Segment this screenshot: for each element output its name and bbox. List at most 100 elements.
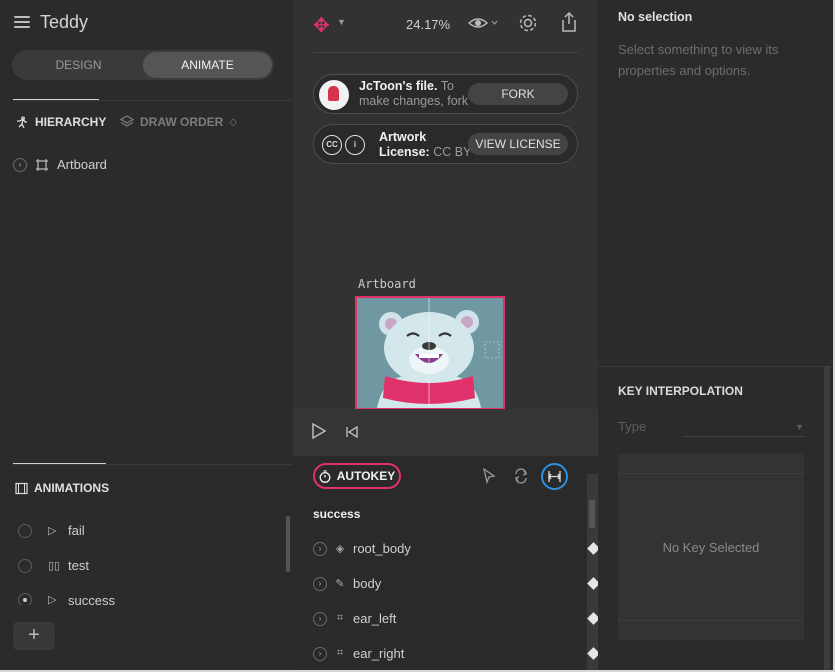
teddy-bear-illustration	[357, 298, 503, 408]
chevron-down-icon[interactable]: ▼	[337, 17, 346, 27]
artboard-canvas[interactable]	[355, 296, 505, 410]
play-once-icon: ▷	[48, 525, 57, 537]
license-text: Artwork License: CC BY	[379, 130, 474, 160]
scrollbar[interactable]	[824, 366, 830, 672]
track-type-icon: ◈	[335, 543, 345, 555]
hierarchy-item-label: Artboard	[57, 157, 107, 172]
fork-card: JcToon's file. To make changes, fork FOR…	[313, 74, 578, 114]
timeline-track[interactable]: › ◈ root_body	[313, 541, 411, 556]
share-icon[interactable]	[559, 11, 579, 33]
design-mode-button[interactable]: DESIGN	[14, 52, 143, 78]
timeline-track[interactable]: › ✎ body	[313, 576, 381, 591]
mode-switch: DESIGN ANIMATE	[12, 50, 274, 80]
file-owner: JcToon's file.	[359, 79, 438, 93]
interpolation-type-select[interactable]: ▼	[684, 419, 804, 437]
key-interpolation-title: KEY INTERPOLATION	[618, 384, 743, 398]
add-animation-button[interactable]: +	[13, 622, 55, 650]
zoom-level[interactable]: 24.17%	[406, 17, 450, 32]
animation-item-success[interactable]: ▷ success	[18, 593, 115, 605]
hierarchy-item-artboard[interactable]: › Artboard	[13, 157, 107, 172]
animate-mode-button[interactable]: ANIMATE	[143, 52, 272, 78]
artboard-label: Artboard	[358, 277, 416, 291]
expand-icon[interactable]: ›	[313, 541, 327, 556]
expand-icon[interactable]: ›	[13, 157, 27, 172]
diamond-icon: ◇	[229, 116, 238, 128]
active-tab-indicator	[13, 463, 106, 464]
autokey-label: AUTOKEY	[336, 469, 396, 483]
inspector-hint: Select something to view its properties …	[618, 42, 779, 78]
play-once-icon: ▷	[48, 594, 57, 605]
radio-button-selected[interactable]	[18, 593, 32, 605]
track-label: root_body	[353, 541, 411, 556]
animations-header: ANIMATIONS	[15, 481, 109, 495]
timeline-panel: AUTOKEY success › ◈ root_body › ✎ body ›…	[293, 456, 598, 672]
divider	[13, 464, 293, 465]
view-license-button[interactable]: VIEW LICENSE	[468, 133, 568, 155]
file-title[interactable]: Teddy	[40, 12, 88, 33]
track-label: ear_right	[353, 646, 405, 661]
scrollbar[interactable]	[286, 516, 290, 572]
divider	[313, 52, 578, 53]
divider	[13, 100, 293, 101]
animation-item-fail[interactable]: ▷ fail	[18, 523, 85, 538]
chevron-down-icon: ▼	[795, 422, 804, 432]
expand-icon[interactable]: ›	[313, 611, 327, 626]
hierarchy-icon	[17, 116, 27, 129]
playback-bar	[293, 409, 598, 456]
tab-draw-order[interactable]: DRAW ORDER ◇	[120, 115, 237, 129]
fit-timeline-button[interactable]	[541, 463, 568, 490]
inspector-panel: No selection Select something to view it…	[598, 0, 835, 672]
avatar	[319, 80, 349, 110]
stage-toolbar: ✥ ▼ 24.17%	[293, 0, 598, 48]
loop-icon[interactable]	[513, 468, 529, 484]
interpolation-curve-editor: No Key Selected	[618, 454, 804, 640]
animation-label: success	[68, 593, 115, 605]
active-tab-indicator	[13, 99, 99, 100]
license-label: Artwork License:	[379, 130, 430, 159]
animation-label: fail	[68, 523, 85, 538]
timeline-track[interactable]: › ⌗ ear_left	[313, 611, 396, 626]
radio-button[interactable]	[18, 523, 32, 538]
no-key-message: No Key Selected	[662, 540, 760, 555]
expand-icon[interactable]: ›	[313, 576, 327, 591]
divider	[598, 366, 835, 367]
move-tool-icon[interactable]: ✥	[313, 13, 330, 38]
tab-hierarchy-label: HIERARCHY	[35, 115, 107, 129]
left-panel: Teddy DESIGN ANIMATE HIERARCHY DRAW ORDE…	[0, 0, 293, 672]
tab-hierarchy[interactable]: HIERARCHY	[15, 115, 106, 129]
track-type-icon: ⌗	[336, 612, 344, 624]
stopwatch-icon	[319, 469, 331, 483]
cc-icon: CC	[322, 135, 342, 155]
layers-icon	[120, 115, 134, 127]
divider	[618, 473, 804, 474]
divider	[618, 620, 804, 621]
track-type-icon: ⌗	[336, 647, 344, 659]
animation-item-test[interactable]: ▯▯ test	[18, 558, 89, 573]
menu-icon[interactable]	[14, 16, 30, 28]
artboard-icon	[36, 158, 48, 171]
cursor-icon[interactable]	[482, 468, 496, 484]
track-label: ear_left	[353, 611, 397, 626]
rewind-icon[interactable]	[345, 425, 359, 439]
creative-commons-icon: CC i	[322, 135, 365, 155]
fork-button[interactable]: FORK	[468, 83, 568, 105]
autokey-button[interactable]: AUTOKEY	[313, 463, 401, 489]
animations-title: ANIMATIONS	[34, 481, 110, 495]
tab-draw-order-label: DRAW ORDER	[140, 115, 224, 129]
track-type-icon: ✎	[335, 578, 345, 590]
track-label: body	[353, 576, 382, 591]
timeline-track[interactable]: › ⌗ ear_right	[313, 646, 404, 661]
stage-panel: ✥ ▼ 24.17% JcToon's file. To make change…	[293, 0, 598, 672]
eye-icon[interactable]	[468, 13, 500, 33]
type-label: Type	[618, 419, 647, 434]
expand-icon[interactable]: ›	[313, 646, 327, 661]
play-icon[interactable]	[311, 422, 327, 440]
radio-button[interactable]	[18, 558, 32, 573]
animation-label: test	[68, 558, 89, 573]
loop-icon: ▯▯	[48, 560, 61, 572]
fork-message: JcToon's file. To make changes, fork	[359, 79, 469, 109]
gear-icon[interactable]	[517, 12, 539, 34]
scrollbar[interactable]	[589, 500, 595, 528]
fit-icon	[548, 471, 561, 482]
license-value: CC BY	[429, 145, 472, 159]
